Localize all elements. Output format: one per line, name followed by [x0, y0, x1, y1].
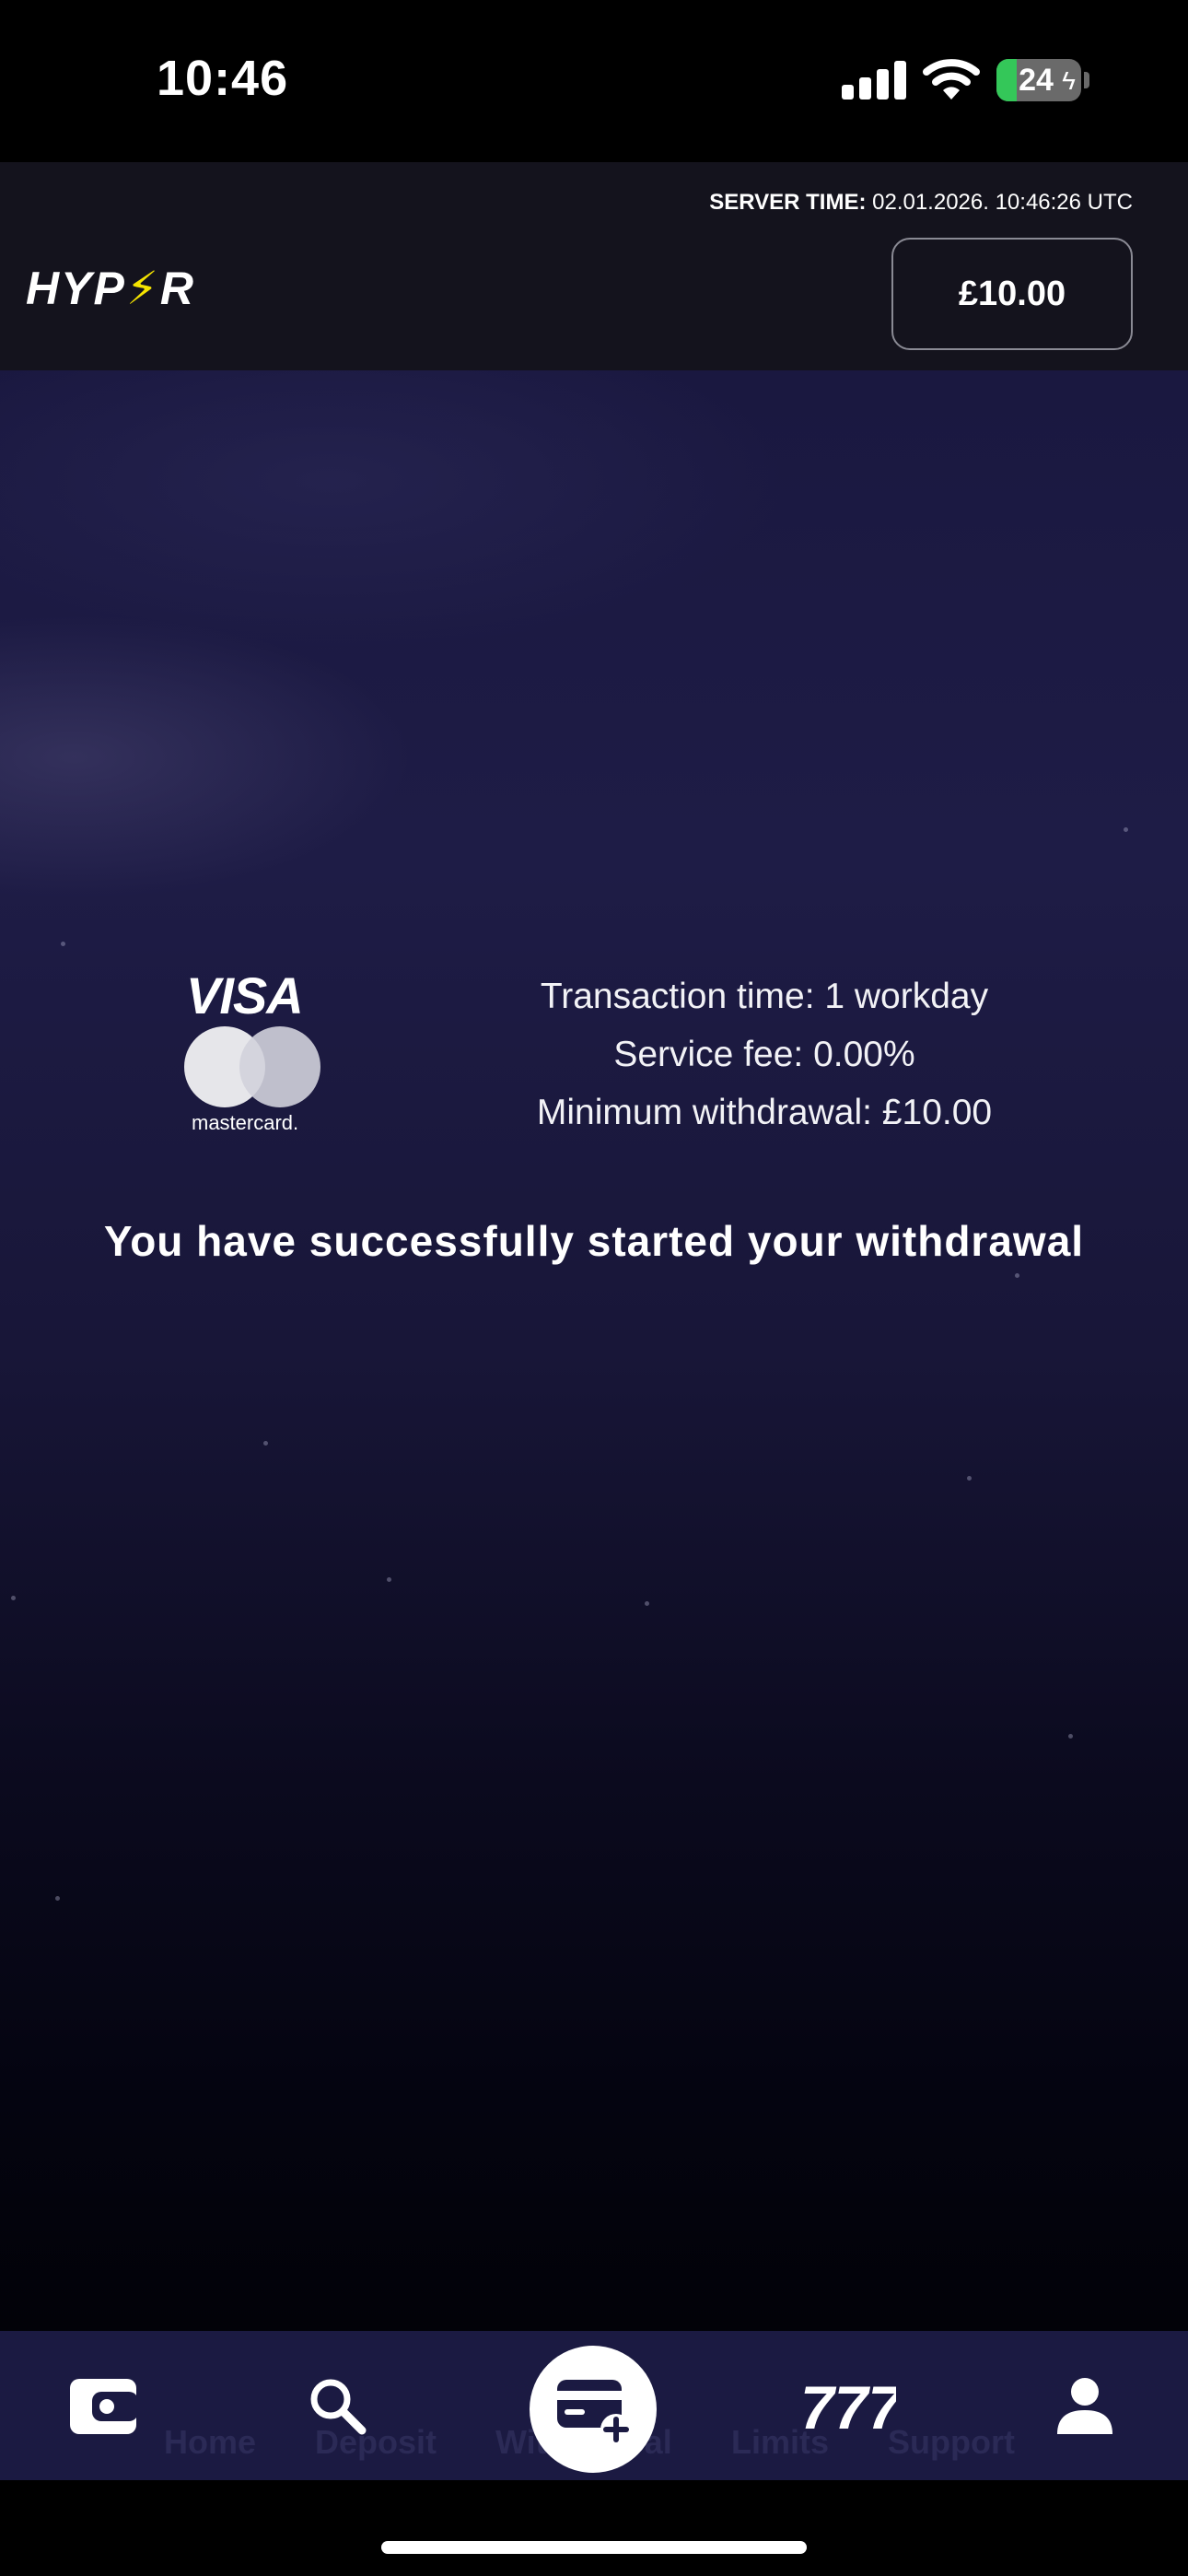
background-star — [55, 1896, 60, 1901]
nav-support[interactable] — [1039, 2331, 1131, 2480]
page: 10:46 24 ϟ SERVER TIME: 02.01.2026. 10:4… — [0, 0, 1188, 2576]
background-star — [967, 1476, 972, 1481]
main-content: VISA mastercard. Transaction time: 1 wor… — [0, 370, 1188, 2331]
header: SERVER TIME: 02.01.2026. 10:46:26 UTC HY… — [0, 162, 1188, 370]
background-star — [1015, 1273, 1019, 1278]
mastercard-logo-text: mastercard. — [192, 1111, 299, 1134]
background-star — [645, 1601, 649, 1606]
hyper-logo[interactable]: HYP⚡R — [26, 262, 195, 315]
status-time: 10:46 — [157, 51, 289, 106]
background-star — [1124, 827, 1128, 832]
user-icon — [1057, 2378, 1112, 2434]
logo-suffix: R — [159, 263, 196, 314]
background-star — [1068, 1734, 1073, 1739]
cellular-signal-icon — [842, 61, 906, 100]
payment-info: Transaction time: 1 workday Service fee:… — [479, 967, 1050, 1142]
status-bar: 10:46 24 ϟ — [0, 0, 1188, 162]
server-time-label: SERVER TIME: — [709, 190, 867, 215]
minimum-withdrawal: Minimum withdrawal: £10.00 — [536, 1093, 993, 1132]
background-star — [11, 1596, 16, 1600]
card-logos: VISA mastercard. — [181, 966, 328, 1134]
home-bar-area — [0, 2480, 1188, 2576]
visa-logo: VISA — [186, 966, 304, 1025]
service-fee: Service fee: 0.00% — [613, 1035, 915, 1074]
wifi-icon — [923, 59, 980, 100]
logo-bolt-icon: ⚡ — [125, 263, 160, 314]
home-indicator[interactable] — [381, 2541, 807, 2554]
transaction-time: Transaction time: 1 workday — [540, 977, 989, 1016]
battery-icon: 24 ϟ — [996, 59, 1081, 101]
nav-label-home[interactable]: Home — [164, 2423, 256, 2462]
card-plus-icon — [557, 2380, 632, 2445]
background-star — [263, 1441, 268, 1446]
nav-home[interactable] — [55, 2331, 151, 2480]
background-star — [61, 942, 65, 946]
logo-prefix: HYP — [26, 263, 126, 314]
server-time-value: 02.01.2026. 10:46:26 UTC — [872, 190, 1133, 215]
nav-label-limits[interactable]: Limits — [731, 2423, 829, 2462]
background-star — [387, 1577, 391, 1582]
battery-nub — [1084, 72, 1089, 88]
wallet-icon — [70, 2379, 138, 2434]
charging-bolt-icon: ϟ — [1062, 66, 1076, 95]
balance-button[interactable]: £10.00 — [891, 238, 1133, 350]
mastercard-circle-right — [239, 1026, 320, 1107]
withdrawal-button[interactable] — [530, 2346, 657, 2473]
nav-label-deposit[interactable]: Deposit — [315, 2423, 437, 2462]
nav-label-support[interactable]: Support — [888, 2423, 1015, 2462]
server-time: SERVER TIME: 02.01.2026. 10:46:26 UTC — [709, 190, 1133, 216]
success-message: You have successfully started your withd… — [103, 1217, 1085, 1265]
